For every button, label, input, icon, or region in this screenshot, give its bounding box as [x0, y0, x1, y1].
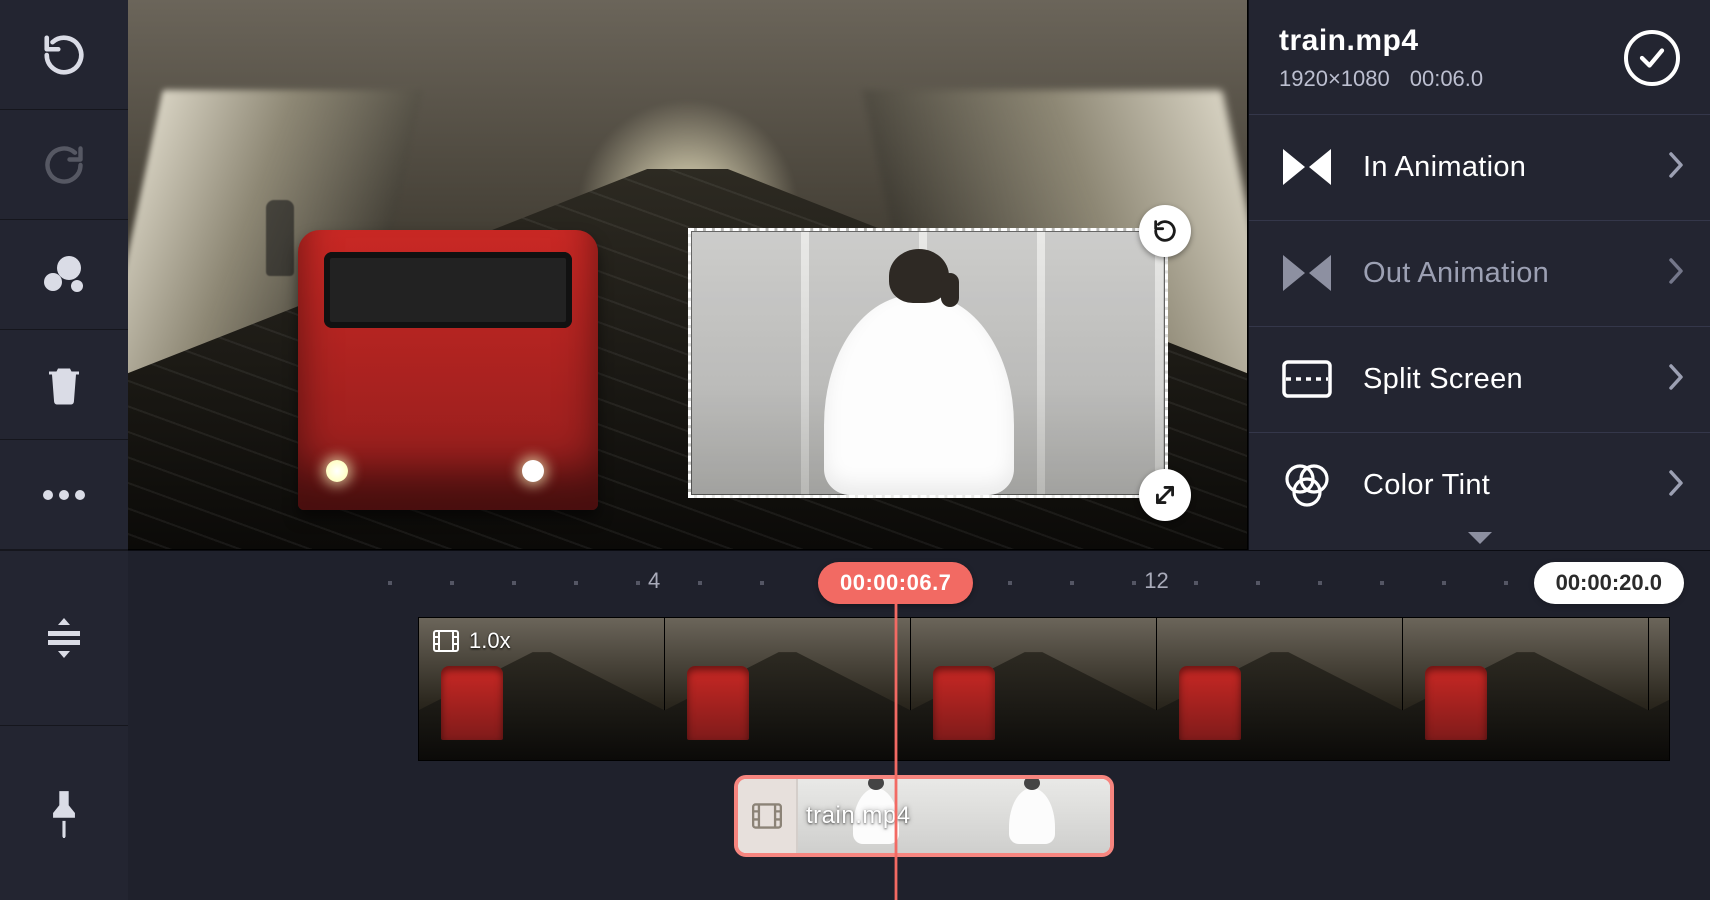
color-tint-icon	[1279, 462, 1335, 508]
menu-in-animation[interactable]: In Animation	[1249, 115, 1710, 221]
ruler-mark: 4	[648, 568, 660, 594]
left-toolbar	[0, 0, 128, 900]
menu-split-screen[interactable]: Split Screen	[1249, 327, 1710, 433]
menu-out-animation[interactable]: Out Animation	[1249, 221, 1710, 327]
playhead[interactable]: 00:00:06.7	[818, 562, 973, 900]
more-button[interactable]	[0, 440, 128, 550]
ruler-mark: 12	[1144, 568, 1168, 594]
chevron-right-icon	[1668, 257, 1684, 290]
properties-panel: train.mp4 1920×1080 00:06.0 In Animation	[1248, 0, 1710, 550]
redo-button[interactable]	[0, 110, 128, 220]
menu-label: In Animation	[1363, 151, 1526, 184]
overlay-layer-bounds[interactable]	[688, 228, 1168, 498]
clip-filename: train.mp4	[1279, 24, 1483, 58]
main-video-track[interactable]: 1.0x	[418, 617, 1670, 761]
scale-handle[interactable]	[1139, 469, 1191, 521]
playhead-time: 00:00:06.7	[818, 562, 973, 604]
clip-resolution: 1920×1080	[1279, 66, 1390, 92]
shapes-button[interactable]	[0, 220, 128, 330]
clip-header: train.mp4 1920×1080 00:06.0	[1249, 0, 1710, 115]
preview-viewport[interactable]	[128, 0, 1248, 550]
in-animation-icon	[1279, 149, 1335, 185]
delete-button[interactable]	[0, 330, 128, 440]
out-animation-icon	[1279, 255, 1335, 291]
confirm-button[interactable]	[1624, 30, 1680, 86]
timeline[interactable]: 4 12 00:00:06.7 00:00:20.0 1.0x train.mp…	[128, 550, 1710, 900]
undo-button[interactable]	[0, 0, 128, 110]
pin-button[interactable]	[0, 725, 128, 900]
scroll-down-hint-icon	[1249, 532, 1710, 550]
filmstrip-icon	[738, 779, 798, 853]
clip-duration: 00:06.0	[1410, 66, 1483, 92]
menu-label: Split Screen	[1363, 363, 1523, 396]
speed-value: 1.0x	[469, 628, 511, 654]
expand-tracks-button[interactable]	[0, 550, 128, 725]
chevron-right-icon	[1668, 151, 1684, 184]
menu-label: Color Tint	[1363, 469, 1490, 502]
chevron-right-icon	[1668, 363, 1684, 396]
rotate-handle[interactable]	[1139, 205, 1191, 257]
total-duration: 00:00:20.0	[1534, 562, 1684, 604]
chevron-right-icon	[1668, 469, 1684, 502]
menu-color-tint[interactable]: Color Tint	[1249, 433, 1710, 539]
clip-speed-badge: 1.0x	[433, 628, 511, 654]
timeline-ruler[interactable]: 4 12 00:00:06.7 00:00:20.0	[128, 559, 1710, 609]
menu-label: Out Animation	[1363, 257, 1549, 290]
split-screen-icon	[1279, 360, 1335, 398]
